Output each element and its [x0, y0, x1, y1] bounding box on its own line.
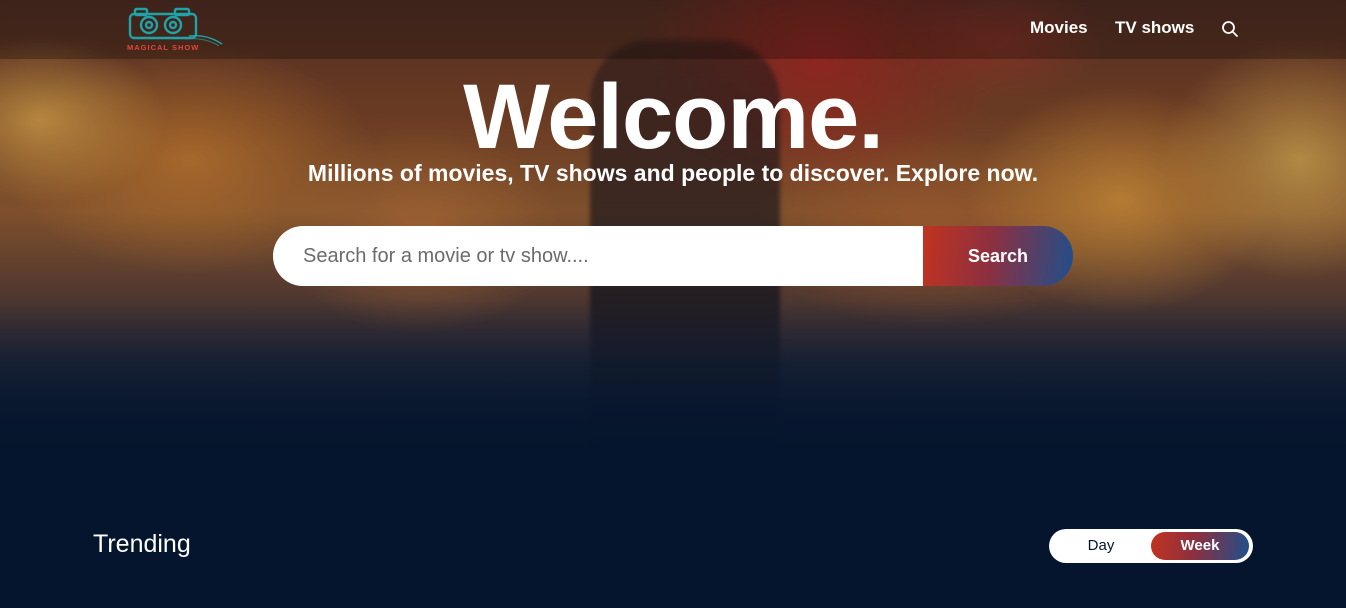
logo[interactable]: MAGICAL SHOW [127, 6, 223, 54]
tab-week[interactable]: Week [1151, 532, 1249, 560]
site-header: MAGICAL SHOW Movies TV shows [0, 0, 1346, 59]
hero-subtitle: Millions of movies, TV shows and people … [307, 160, 1039, 186]
tab-day[interactable]: Day [1052, 532, 1150, 560]
logo-text: MAGICAL SHOW [127, 43, 200, 52]
search-input[interactable] [273, 226, 923, 286]
nav-movies[interactable]: Movies [1030, 18, 1088, 38]
trending-time-switch: Day Week [1049, 529, 1253, 563]
nav-tv-shows[interactable]: TV shows [1115, 18, 1194, 38]
camera-logo-icon [128, 7, 223, 47]
hero-fade [0, 300, 1346, 470]
search-bar: Search [273, 226, 1073, 286]
hero-title: Welcome. [463, 66, 884, 168]
trending-title: Trending [93, 530, 191, 558]
search-button[interactable]: Search [923, 226, 1073, 286]
search-icon[interactable] [1221, 20, 1239, 38]
